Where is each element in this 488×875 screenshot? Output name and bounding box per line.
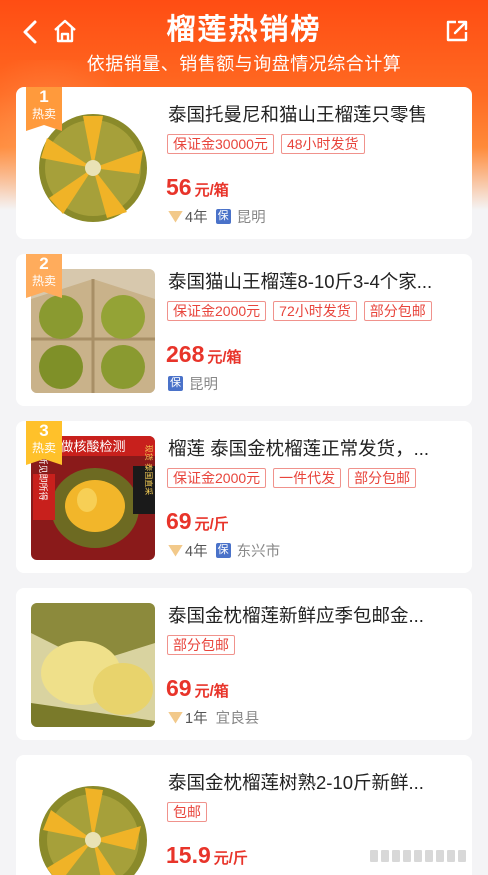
crown-icon xyxy=(168,544,183,557)
product-name[interactable]: 泰国托曼尼和猫山王榴莲只零售 xyxy=(168,101,458,127)
location: 东兴市 xyxy=(236,544,281,560)
tag: 保证金2000元 xyxy=(167,301,267,321)
product-tags: 保证金30000元 48小时发货 xyxy=(167,134,365,154)
product-tags: 保证金2000元 一件代发 部分包邮 xyxy=(167,468,417,488)
product-price: 69 元/斤 xyxy=(166,508,229,535)
scroll-indicator xyxy=(370,850,466,862)
guarantee-icon: 保 xyxy=(168,376,183,391)
product-price: 69 元/箱 xyxy=(166,675,229,702)
membership-years: 4年 xyxy=(168,206,208,227)
product-name[interactable]: 泰国金枕榴莲新鲜应季包邮金... xyxy=(168,602,458,628)
seller-meta: 1年 宜良县 xyxy=(168,707,259,728)
price-value: 56 xyxy=(166,174,192,200)
product-name[interactable]: 泰国金枕榴莲树熟2-10斤新鲜... xyxy=(168,769,458,795)
product-card[interactable]: 3 热卖 做核酸检测 所见即所得 现货 泰国直采 榴莲 泰国金枕榴莲正常发货，.… xyxy=(16,421,472,573)
price-unit: 元/箱 xyxy=(207,349,242,366)
product-price: 268 元/箱 xyxy=(166,341,242,368)
top-bar: 榴莲热销榜 依据销量、销售额与询盘情况综合计算 xyxy=(0,0,488,74)
price-value: 268 xyxy=(166,341,205,367)
crown-icon xyxy=(168,210,183,223)
location: 昆明 xyxy=(189,377,218,393)
page-subtitle: 依据销量、销售额与询盘情况综合计算 xyxy=(86,54,402,74)
product-image[interactable] xyxy=(31,603,155,727)
share-icon xyxy=(446,20,468,42)
location: 昆明 xyxy=(236,210,266,226)
product-image[interactable] xyxy=(31,770,155,875)
tag: 部分包邮 xyxy=(348,468,417,488)
image-banner-text: 做核酸检测 xyxy=(60,440,125,455)
rank-number: 3 xyxy=(39,421,49,440)
price-unit: 元/斤 xyxy=(194,516,229,533)
rank-badge: 3 热卖 xyxy=(26,421,62,465)
product-name[interactable]: 泰国猫山王榴莲8-10斤3-4个家... xyxy=(168,268,458,294)
rank-badge: 2 热卖 xyxy=(26,254,62,298)
tag: 保证金2000元 xyxy=(167,468,267,488)
tag: 保证金30000元 xyxy=(167,134,274,154)
rank-label: 热卖 xyxy=(31,107,56,121)
product-card[interactable]: 1 热卖 泰国托曼尼和猫山王榴莲只零售 保证金30000元 48小时发货 56 元… xyxy=(16,87,472,239)
product-card[interactable]: 泰国金枕榴莲新鲜应季包邮金... 部分包邮 69 元/箱 1年 宜良县 xyxy=(16,588,472,740)
tag: 一件代发 xyxy=(273,468,342,488)
image-right-text: 现货 泰国直采 xyxy=(144,445,154,496)
tag: 包邮 xyxy=(167,802,207,822)
rank-label: 热卖 xyxy=(31,441,56,455)
guarantee-icon: 保 xyxy=(215,209,231,224)
product-price: 15.9 元/斤 xyxy=(166,842,248,869)
product-tags: 部分包邮 xyxy=(167,635,235,655)
product-tags: 包邮 xyxy=(167,802,207,822)
price-unit: 元/斤 xyxy=(213,850,248,867)
price-unit: 元/箱 xyxy=(194,182,229,199)
rank-label: 热卖 xyxy=(31,274,56,288)
guarantee-icon: 保 xyxy=(215,543,231,558)
tag: 72小时发货 xyxy=(273,301,357,321)
product-tags: 保证金2000元 72小时发货 部分包邮 xyxy=(167,301,432,321)
product-card[interactable]: 2 热卖 泰国猫山王榴莲8-10斤3-4个家... 保证金2000元 72小时发… xyxy=(16,254,472,406)
product-price: 56 元/箱 xyxy=(166,174,229,201)
share-button[interactable] xyxy=(444,18,470,44)
price-value: 69 xyxy=(166,508,192,534)
seller-meta: 4年 保 东兴市 xyxy=(168,540,280,561)
tag: 部分包邮 xyxy=(167,635,235,655)
membership-years: 4年 xyxy=(168,540,208,561)
tag: 48小时发货 xyxy=(280,134,365,154)
page-title: 榴莲热销榜 xyxy=(166,14,322,46)
membership-years: 1年 xyxy=(168,707,208,728)
rank-number: 2 xyxy=(39,254,49,273)
product-name[interactable]: 榴莲 泰国金枕榴莲正常发货，... xyxy=(168,435,458,461)
rank-number: 1 xyxy=(39,87,49,106)
rank-badge: 1 热卖 xyxy=(26,87,62,131)
price-value: 15.9 xyxy=(166,842,211,868)
location: 宜良县 xyxy=(215,711,260,727)
price-value: 69 xyxy=(166,675,192,701)
seller-meta: 4年 保 昆明 xyxy=(168,206,266,227)
crown-icon xyxy=(168,711,183,724)
seller-meta: 保 昆明 xyxy=(168,373,218,394)
tag: 部分包邮 xyxy=(363,301,432,321)
price-unit: 元/箱 xyxy=(194,683,229,700)
